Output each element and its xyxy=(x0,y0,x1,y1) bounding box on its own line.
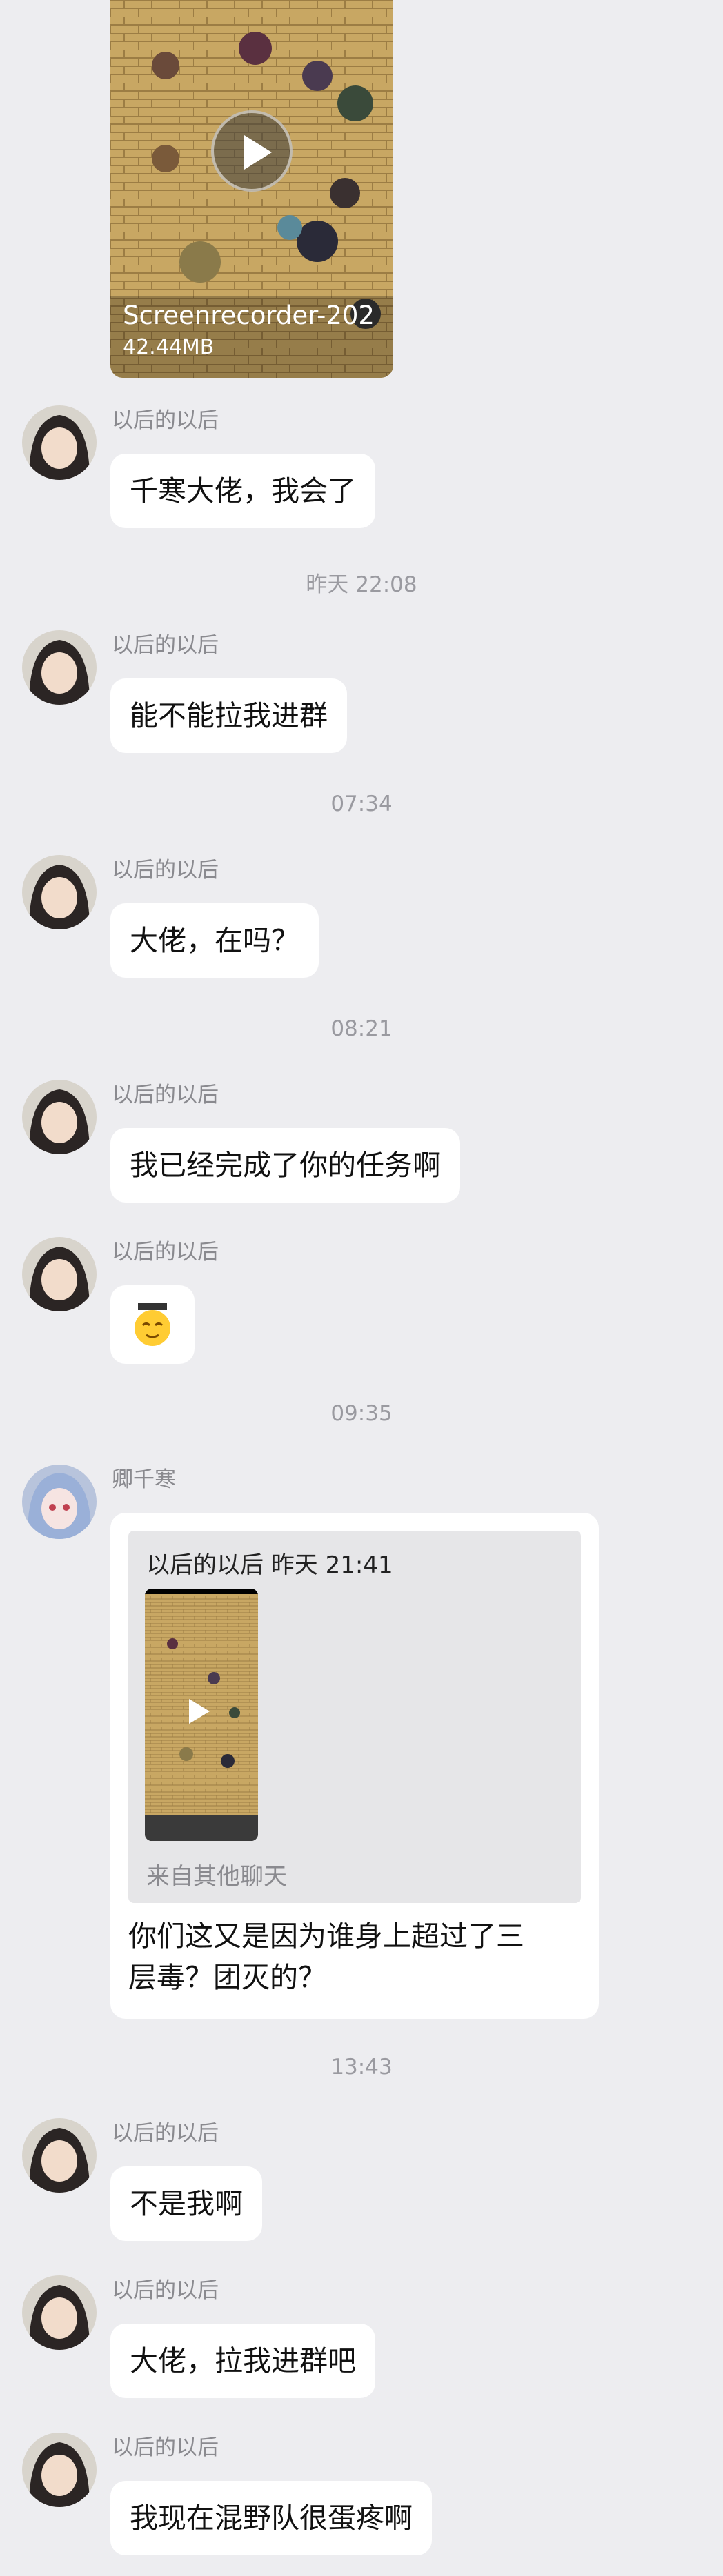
avatar[interactable] xyxy=(22,2275,97,2350)
message-text-line: 你们这又是因为谁身上超过了三 xyxy=(128,1920,524,1953)
sender-name: 以后的以后 xyxy=(112,408,219,433)
avatar[interactable] xyxy=(22,2433,97,2507)
sticker-bubble[interactable] xyxy=(110,1285,195,1364)
message-bubble[interactable]: 大佬，拉我进群吧 xyxy=(110,2324,375,2398)
avatar[interactable] xyxy=(22,1465,97,1539)
timestamp: 09:35 xyxy=(330,1401,393,1426)
avatar[interactable] xyxy=(22,1080,97,1154)
emoji-face-icon xyxy=(135,1303,170,1346)
message-bubble[interactable]: 我已经完成了你的任务啊 xyxy=(110,1128,460,1203)
message-bubble[interactable]: 不是我啊 xyxy=(110,2166,262,2241)
play-icon[interactable] xyxy=(211,110,293,192)
video-message-thumbnail[interactable]: Screenrecorder-202 42.44MB xyxy=(110,0,393,378)
sender-name: 以后的以后 xyxy=(112,1240,219,1265)
avatar[interactable] xyxy=(22,855,97,929)
sender-name: 以后的以后 xyxy=(112,2278,219,2303)
message-bubble[interactable]: 千寒大佬，我会了 xyxy=(110,454,375,528)
message-bubble[interactable]: 能不能拉我进群 xyxy=(110,678,347,753)
timestamp: 昨天 22:08 xyxy=(306,572,417,597)
avatar[interactable] xyxy=(22,405,97,480)
message-text-line: 层毒？团灭的？ xyxy=(128,1961,326,1994)
avatar[interactable] xyxy=(22,630,97,705)
timestamp: 07:34 xyxy=(330,792,393,816)
play-icon[interactable] xyxy=(189,1699,210,1724)
sender-name: 卿千寒 xyxy=(112,1467,176,1492)
sender-name: 以后的以后 xyxy=(112,858,219,883)
quote-header: 以后的以后 昨天 21:41 xyxy=(146,1551,393,1579)
forwarded-message-bubble[interactable]: 以后的以后 昨天 21:41 来自其他聊天 你们这又是因为谁身上超过了三 层毒？… xyxy=(110,1513,599,2019)
sender-name: 以后的以后 xyxy=(112,633,219,658)
sender-name: 以后的以后 xyxy=(112,1083,219,1107)
quote-source: 来自其他聊天 xyxy=(146,1863,287,1891)
message-bubble[interactable]: 大佬，在吗？ xyxy=(110,903,319,978)
quoted-video-thumbnail[interactable] xyxy=(145,1589,258,1841)
avatar[interactable] xyxy=(22,1237,97,1311)
sender-name: 以后的以后 xyxy=(112,2435,219,2460)
sender-name: 以后的以后 xyxy=(112,2121,219,2146)
video-size: 42.44MB xyxy=(123,335,215,359)
timestamp: 08:21 xyxy=(330,1016,393,1041)
message-bubble[interactable]: 我现在混野队很蛋疼啊 xyxy=(110,2481,432,2555)
avatar[interactable] xyxy=(22,2118,97,2193)
quoted-message[interactable]: 以后的以后 昨天 21:41 来自其他聊天 xyxy=(128,1531,581,1903)
timestamp: 13:43 xyxy=(330,2055,393,2080)
video-filename: Screenrecorder-202 xyxy=(123,301,375,330)
